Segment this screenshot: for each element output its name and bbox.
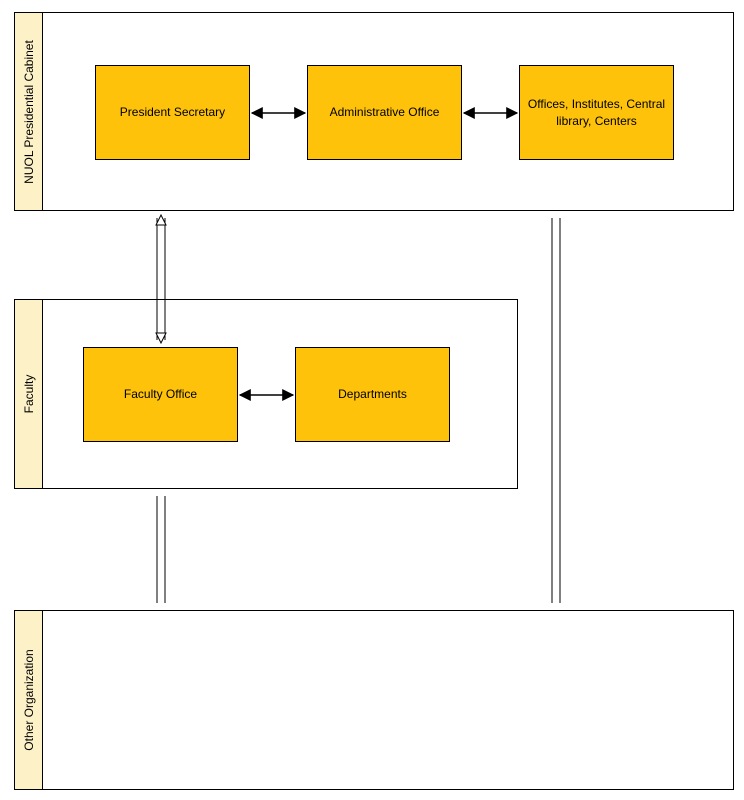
container-label-text: Faculty [22,375,36,414]
box-departments: Departments [295,347,450,442]
box-offices-institutes: Offices, Institutes, Central library, Ce… [519,65,674,160]
container-label-text: NUOL Presidential Cabinet [22,40,36,184]
container-label-faculty: Faculty [15,300,43,488]
container-label-other: Other Organization [15,611,43,789]
edge-offices-other [552,213,560,608]
container-other: Other Organization [14,610,734,790]
container-label-cabinet: NUOL Presidential Cabinet [15,13,43,210]
box-president-secretary: President Secretary [95,65,250,160]
box-administrative-office: Administrative Office [307,65,462,160]
diagram-canvas: NUOL Presidential Cabinet Faculty Other … [0,0,744,800]
edge-facultyoffice-other [157,491,165,608]
box-faculty-office: Faculty Office [83,347,238,442]
container-label-text: Other Organization [22,649,36,750]
